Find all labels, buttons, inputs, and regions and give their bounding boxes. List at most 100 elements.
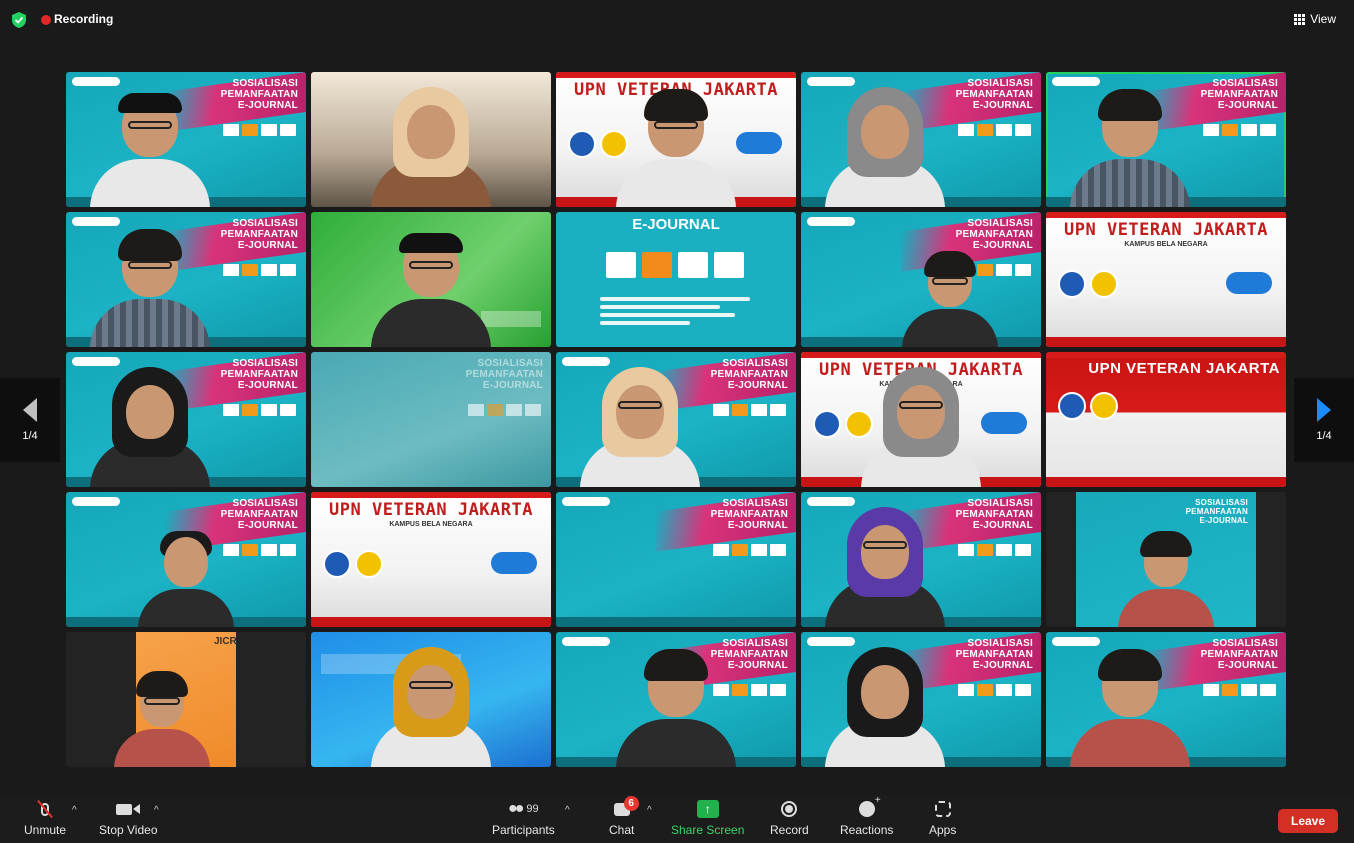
logo-strip bbox=[1052, 637, 1100, 646]
recording-dot-icon bbox=[41, 15, 51, 25]
participant-video-tile[interactable]: UPN VETERAN JAKARTA KAMPUS BELA NEGARA bbox=[311, 492, 551, 627]
reactions-smiley-icon: + bbox=[858, 795, 881, 817]
participant-avatar bbox=[371, 87, 491, 207]
background-caption: JICR bbox=[214, 636, 237, 647]
participant-avatar bbox=[90, 227, 210, 347]
recording-label[interactable]: Recording bbox=[54, 12, 113, 26]
slide-title: SOSIALISASI PEMANFAATAN E-JOURNAL bbox=[710, 358, 788, 391]
slide-title: UPN VETERAN JAKARTA bbox=[1088, 360, 1280, 377]
slide-logos bbox=[468, 404, 541, 416]
participant-video-tile[interactable] bbox=[311, 632, 551, 767]
participant-video-tile[interactable]: UPN VETERAN JAKARTA bbox=[556, 72, 796, 207]
participant-video-tile[interactable]: SOSIALISASI PEMANFAATAN E-JOURNAL bbox=[311, 352, 551, 487]
chat-icon: 6 bbox=[613, 795, 639, 816]
participant-video-tile[interactable]: SOSIALISASI PEMANFAATAN E-JOURNAL bbox=[801, 212, 1041, 347]
arrow-left-icon bbox=[23, 398, 37, 422]
record-label: Record bbox=[770, 823, 809, 837]
participant-video-tile[interactable]: SOSIALISASI PEMANFAATAN E-JOURNAL bbox=[556, 492, 796, 627]
participant-video-tile[interactable] bbox=[311, 212, 551, 347]
page-indicator: 1/4 bbox=[1316, 430, 1332, 442]
slide-title: SOSIALISASI PEMANFAATAN E-JOURNAL bbox=[220, 218, 298, 251]
participant-video-tile[interactable]: SOSIALISASI PEMANFAATAN E-JOURNAL bbox=[66, 352, 306, 487]
participant-video-tile[interactable]: SOSIALISASI PEMANFAATAN E-JOURNAL bbox=[1046, 632, 1286, 767]
participant-video-tile[interactable]: SOSIALISASI PEMANFAATAN E-JOURNAL bbox=[556, 632, 796, 767]
participant-avatar bbox=[1070, 647, 1190, 767]
slide-title: SOSIALISASI PEMANFAATAN E-JOURNAL bbox=[955, 78, 1033, 111]
active-speaker-tile[interactable]: SOSIALISASI PEMANFAATAN E-JOURNAL bbox=[1046, 72, 1286, 207]
meeting-toolbar: Unmute ^ Stop Video ^ ●● 99 Participants … bbox=[0, 795, 1354, 843]
participants-label: Participants bbox=[492, 823, 555, 837]
participant-video-tile[interactable]: SOSIALISASI PEMANFAATAN E-JOURNAL bbox=[556, 352, 796, 487]
university-logos bbox=[1058, 270, 1118, 298]
slide-title: SOSIALISASI PEMANFAATAN E-JOURNAL bbox=[955, 498, 1033, 531]
participant-video-tile[interactable] bbox=[311, 72, 551, 207]
participant-avatar bbox=[90, 87, 210, 207]
share-screen-icon: ↑ bbox=[696, 800, 719, 818]
previous-page-button[interactable]: 1/4 bbox=[0, 378, 60, 462]
slide-text-lines bbox=[600, 297, 750, 329]
slide-logos bbox=[713, 544, 786, 556]
reactions-button[interactable]: + Reactions bbox=[840, 795, 894, 837]
kampus-merdeka-logo bbox=[491, 552, 537, 574]
participants-icon: ●● bbox=[508, 800, 524, 817]
participant-video-tile[interactable]: SOSIALISASI PEMANFAATAN E-JOURNAL bbox=[66, 72, 306, 207]
participant-video-tile[interactable]: SOSIALISASI PEMANFAATAN E-JOURNAL bbox=[801, 72, 1041, 207]
participant-avatar bbox=[371, 227, 491, 347]
participant-avatar bbox=[371, 647, 491, 767]
share-screen-button[interactable]: ↑ Share Screen bbox=[671, 799, 744, 837]
participant-video-tile[interactable]: SOSIALISASI PEMANFAATAN E-JOURNAL bbox=[1046, 492, 1286, 627]
participant-video-tile[interactable]: JICR bbox=[66, 632, 306, 767]
unmute-button[interactable]: Unmute bbox=[24, 799, 66, 837]
leave-button[interactable]: Leave bbox=[1278, 809, 1338, 833]
participant-video-tile[interactable]: SOSIALISASI PEMANFAATAN E-JOURNAL bbox=[66, 492, 306, 627]
apps-icon bbox=[934, 801, 951, 817]
reactions-label: Reactions bbox=[840, 823, 894, 837]
participant-avatar bbox=[114, 671, 210, 767]
participant-avatar bbox=[138, 531, 234, 627]
slide-title: SOSIALISASI PEMANFAATAN E-JOURNAL bbox=[955, 638, 1033, 671]
stop-video-button[interactable]: Stop Video bbox=[99, 799, 158, 837]
slide-logos bbox=[958, 124, 1031, 136]
participant-avatar bbox=[861, 367, 981, 487]
logo-strip bbox=[562, 497, 610, 506]
page-indicator: 1/4 bbox=[22, 430, 38, 442]
participant-avatar bbox=[580, 367, 700, 487]
view-button[interactable]: View bbox=[1294, 12, 1336, 26]
database-logos bbox=[606, 252, 744, 278]
participant-video-tile[interactable]: E-JOURNAL bbox=[556, 212, 796, 347]
security-shield-icon[interactable] bbox=[12, 12, 26, 28]
participant-avatar bbox=[1070, 87, 1190, 207]
chevron-up-icon[interactable]: ^ bbox=[72, 805, 77, 816]
chevron-up-icon[interactable]: ^ bbox=[647, 805, 652, 816]
participant-video-tile[interactable]: UPN VETERAN JAKARTA KAMPUS BELA NEGARA bbox=[801, 352, 1041, 487]
grid-view-icon bbox=[1294, 13, 1306, 25]
slide-subtitle: KAMPUS BELA NEGARA bbox=[1124, 241, 1208, 248]
share-screen-label: Share Screen bbox=[671, 823, 745, 837]
logo-strip bbox=[807, 217, 855, 226]
arrow-right-icon bbox=[1317, 398, 1331, 422]
record-button[interactable]: Record bbox=[770, 799, 809, 837]
participant-video-tile[interactable]: UPN VETERAN JAKARTA KAMPUS BELA NEGARA bbox=[1046, 212, 1286, 347]
participant-video-tile[interactable]: UPN VETERAN JAKARTA bbox=[1046, 352, 1286, 487]
logo-strip bbox=[1052, 77, 1100, 86]
chat-button[interactable]: 6 Chat bbox=[609, 795, 639, 837]
chevron-up-icon[interactable]: ^ bbox=[565, 805, 570, 816]
participant-video-tile[interactable]: SOSIALISASI PEMANFAATAN E-JOURNAL bbox=[801, 492, 1041, 627]
logo-strip bbox=[807, 497, 855, 506]
logo-strip bbox=[562, 357, 610, 366]
participant-avatar bbox=[90, 367, 210, 487]
unread-badge: 6 bbox=[623, 795, 639, 811]
slide-title: SOSIALISASI PEMANFAATAN E-JOURNAL bbox=[220, 498, 298, 531]
participant-video-tile[interactable]: SOSIALISASI PEMANFAATAN E-JOURNAL bbox=[801, 632, 1041, 767]
next-page-button[interactable]: 1/4 bbox=[1294, 378, 1354, 462]
participant-video-tile[interactable]: SOSIALISASI PEMANFAATAN E-JOURNAL bbox=[66, 212, 306, 347]
slide-title: SOSIALISASI PEMANFAATAN E-JOURNAL bbox=[955, 218, 1033, 251]
top-bar: Recording View bbox=[0, 0, 1354, 40]
kampus-merdeka-logo bbox=[981, 412, 1027, 434]
slide-title: SOSIALISASI PEMANFAATAN E-JOURNAL bbox=[1200, 638, 1278, 671]
apps-button[interactable]: Apps bbox=[929, 799, 956, 837]
participants-button[interactable]: ●● 99 Participants bbox=[492, 799, 555, 837]
chevron-up-icon[interactable]: ^ bbox=[154, 805, 159, 816]
slide-title: E-JOURNAL bbox=[632, 216, 720, 233]
view-label: View bbox=[1310, 12, 1336, 26]
